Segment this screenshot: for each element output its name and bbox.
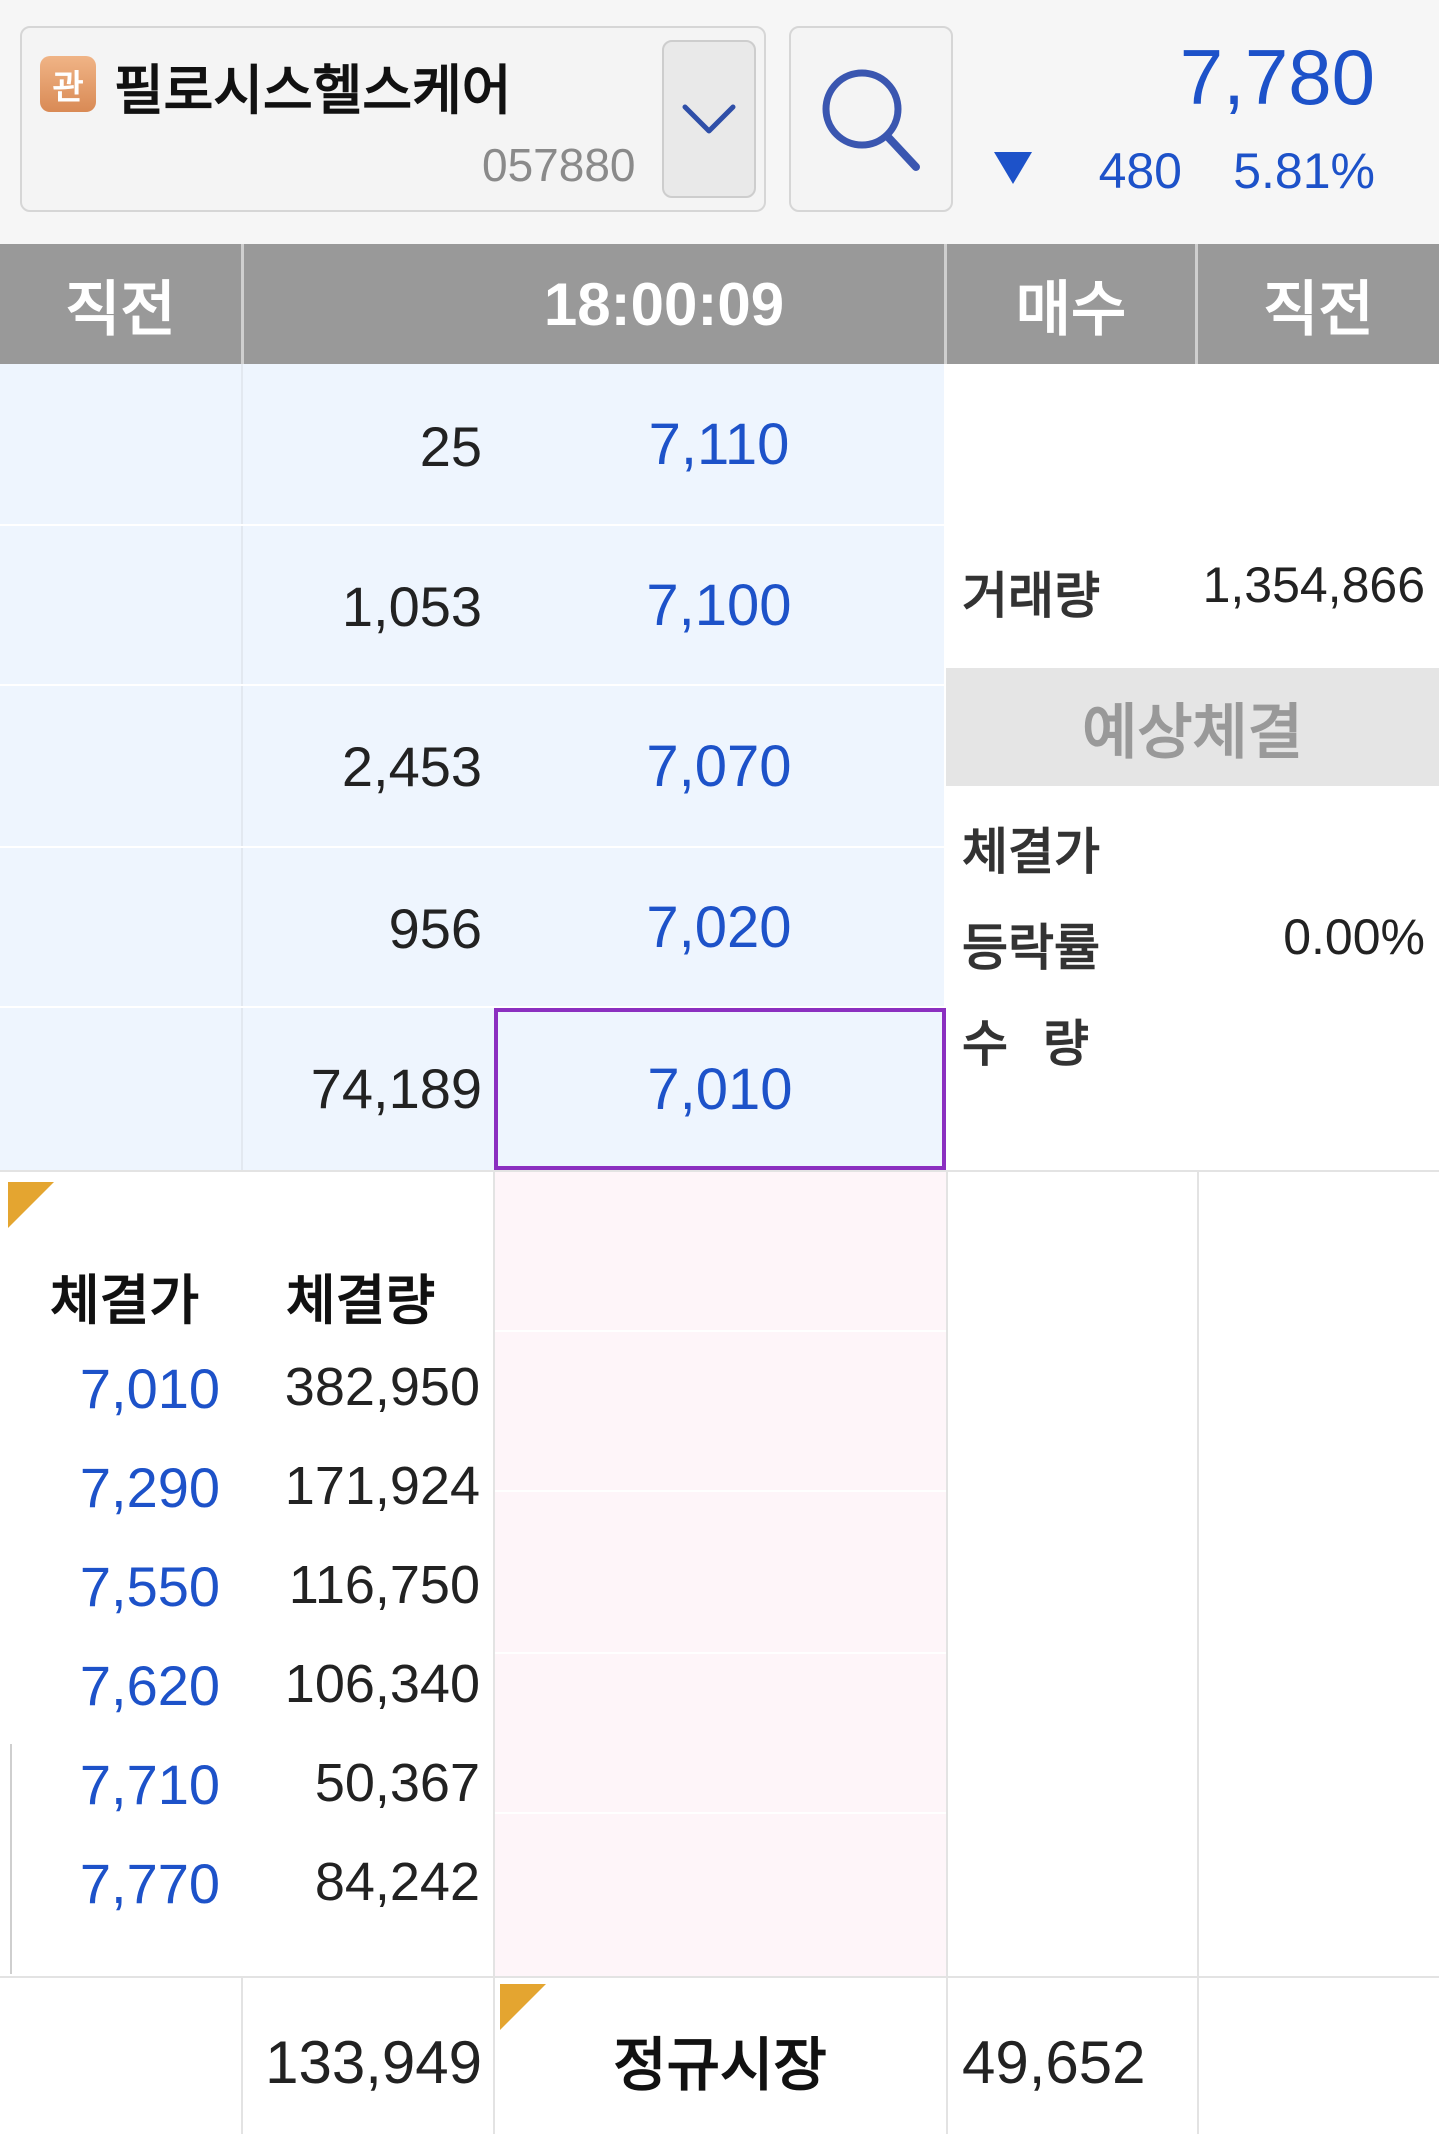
search-icon <box>822 69 920 171</box>
col-prev-sell: 직전 <box>0 244 241 364</box>
grid-line <box>241 1976 243 2134</box>
expected-rate-label: 등락률 <box>962 919 1100 977</box>
grid-line <box>241 364 243 1170</box>
row-divider <box>0 684 494 686</box>
grid-line <box>1197 1172 1199 2134</box>
trade-price-4: 7,620 <box>79 1654 220 1717</box>
row-divider <box>494 1812 946 1814</box>
col-buy: 매수 <box>947 244 1195 364</box>
ask-qty-2: 1,053 <box>341 575 482 638</box>
row-divider <box>0 1006 494 1008</box>
section-divider <box>0 1976 1439 1978</box>
interest-badge: 관 <box>40 56 96 112</box>
trade-volume-5: 50,367 <box>314 1753 480 1813</box>
row-divider <box>0 524 494 526</box>
trade-volume-header: 체결량 <box>286 1269 436 1332</box>
ask-qty-1: 25 <box>419 415 482 478</box>
stock-selector[interactable]: 관 필로시스헬스케어 057880 <box>20 26 766 212</box>
price-change: 480 <box>1098 143 1182 199</box>
ask-price-4[interactable]: 7,020 <box>494 848 944 1006</box>
trade-price-1: 7,010 <box>79 1357 220 1420</box>
ask-price-3[interactable]: 7,070 <box>494 686 944 846</box>
trade-volume-4: 106,340 <box>284 1654 480 1714</box>
search-button[interactable] <box>789 26 953 212</box>
volume-value: 1,354,866 <box>1202 557 1425 613</box>
expected-execution-title: 예상체결 <box>946 668 1439 786</box>
corner-marker-icon <box>8 1182 54 1228</box>
down-triangle-icon <box>994 152 1032 184</box>
ask-qty-3: 2,453 <box>341 735 482 798</box>
expected-price-label: 체결가 <box>962 823 1100 881</box>
row-divider <box>494 1652 946 1654</box>
total-buy-qty: 49,652 <box>962 2029 1146 2096</box>
col-prev-buy: 직전 <box>1198 244 1439 364</box>
trade-price-3: 7,550 <box>79 1555 220 1618</box>
trade-volume-3: 116,750 <box>288 1555 480 1615</box>
trade-price-2: 7,290 <box>79 1456 220 1519</box>
stock-name: 필로시스헬스케어 <box>114 59 512 122</box>
expected-rate-value: 0.00% <box>1283 909 1425 965</box>
trade-price-header: 체결가 <box>50 1269 200 1332</box>
trade-price-5: 7,710 <box>79 1753 220 1816</box>
ask-qty-4: 956 <box>388 897 482 960</box>
row-divider <box>0 846 494 848</box>
row-divider <box>494 1330 946 1332</box>
trade-volume-6: 84,242 <box>314 1852 480 1912</box>
bid-price-area <box>494 1172 946 1976</box>
ask-price-2[interactable]: 7,100 <box>494 526 944 684</box>
stock-code: 057880 <box>482 139 636 191</box>
ask-price-5-selected[interactable]: 7,010 <box>494 1008 946 1170</box>
scroll-edge <box>10 1744 12 1974</box>
ask-price-1[interactable]: 7,110 <box>494 364 944 524</box>
expected-qty-label: 수 량 <box>962 1015 1089 1073</box>
row-divider <box>494 1490 946 1492</box>
grid-line <box>946 1172 948 2134</box>
ask-qty-5: 74,189 <box>310 1057 482 1120</box>
total-sell-qty: 133,949 <box>265 2029 482 2096</box>
current-price: 7,780 <box>1179 33 1375 121</box>
col-time: 18:00:09 <box>244 244 944 364</box>
trade-price-6: 7,770 <box>79 1852 220 1915</box>
volume-label: 거래량 <box>962 567 1100 625</box>
chevron-down-icon <box>682 104 736 134</box>
session-label: 정규시장 <box>613 2031 827 2099</box>
trade-volume-2: 171,924 <box>284 1456 480 1516</box>
price-change-rate: 5.81% <box>1233 143 1375 199</box>
trade-volume-1: 382,950 <box>284 1357 480 1417</box>
stock-dropdown-button[interactable] <box>662 40 756 198</box>
